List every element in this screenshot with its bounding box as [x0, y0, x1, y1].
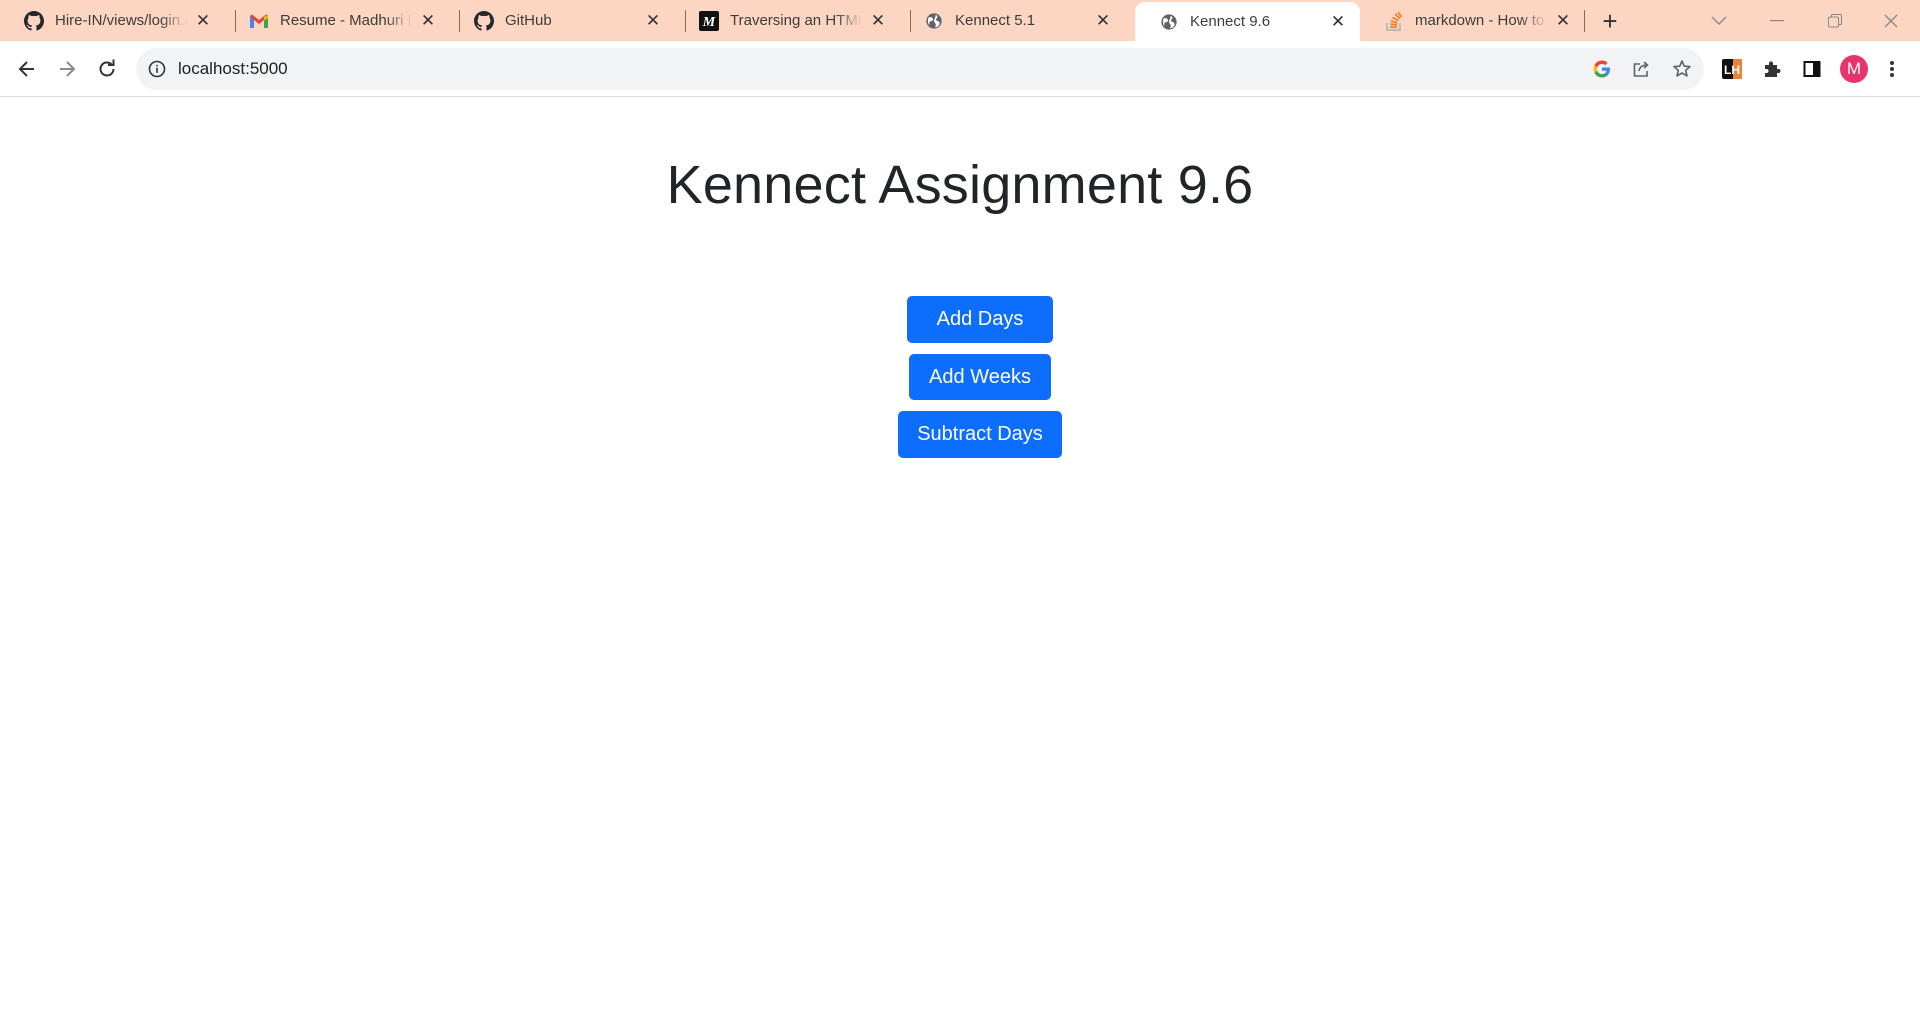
- window-close-icon[interactable]: [1862, 0, 1920, 41]
- github-icon: [24, 10, 44, 31]
- gmail-icon: [249, 11, 269, 31]
- extension-label: LH: [1724, 63, 1740, 77]
- tab-title: Traversing an HTML ta: [730, 12, 862, 29]
- lighthouse-extension-icon[interactable]: LH: [1720, 57, 1744, 81]
- tab-resume[interactable]: Resume - Madhuri Ra ✕: [225, 0, 450, 41]
- close-icon[interactable]: ✕: [1328, 12, 1348, 32]
- page-content: Kennect Assignment 9.6 Add Days Add Week…: [0, 98, 1920, 1016]
- share-icon[interactable]: [1631, 58, 1653, 80]
- tab-traversing[interactable]: M Traversing an HTML ta ✕: [675, 0, 900, 41]
- back-icon[interactable]: [10, 52, 44, 86]
- browser-toolbar: localhost:5000 LH M: [0, 41, 1920, 97]
- close-icon[interactable]: ✕: [418, 11, 438, 31]
- tab-markdown[interactable]: markdown - How to a ✕: [1360, 0, 1585, 41]
- url-text[interactable]: localhost:5000: [178, 59, 288, 79]
- subtract-days-button[interactable]: Subtract Days: [898, 411, 1062, 458]
- more-menu-icon[interactable]: [1880, 57, 1904, 81]
- close-icon[interactable]: ✕: [643, 11, 663, 31]
- tab-strip: Hire-IN/views/login.ejs ✕ Resume - Madhu…: [0, 0, 1920, 41]
- tab-title: markdown - How to a: [1415, 12, 1547, 29]
- site-info-icon[interactable]: [148, 60, 166, 78]
- page-title: Kennect Assignment 9.6: [666, 155, 1254, 215]
- tab-separator: [1584, 10, 1585, 32]
- tab-github[interactable]: GitHub ✕: [450, 0, 675, 41]
- close-icon[interactable]: ✕: [1553, 11, 1573, 31]
- address-bar[interactable]: localhost:5000: [136, 48, 1704, 90]
- new-tab-button[interactable]: +: [1597, 8, 1623, 34]
- profile-avatar[interactable]: M: [1838, 53, 1870, 85]
- bookmark-star-icon[interactable]: [1671, 58, 1693, 80]
- tab-title: Hire-IN/views/login.ejs: [55, 12, 187, 29]
- side-panel-icon[interactable]: [1800, 57, 1824, 81]
- add-days-button[interactable]: Add Days: [907, 296, 1053, 343]
- tab-title: Kennect 9.6: [1190, 13, 1271, 30]
- extensions-puzzle-icon[interactable]: [1760, 57, 1784, 81]
- tab-title: Resume - Madhuri Ra: [280, 12, 412, 29]
- minimize-icon[interactable]: [1748, 0, 1806, 41]
- svg-text:M: M: [702, 15, 716, 30]
- tab-title: Kennect 5.1: [955, 12, 1036, 29]
- close-icon[interactable]: ✕: [1093, 11, 1113, 31]
- medium-icon: M: [699, 10, 719, 31]
- close-icon[interactable]: ✕: [868, 11, 888, 31]
- tab-kennect-5-1[interactable]: Kennect 5.1 ✕: [900, 0, 1125, 41]
- stackoverflow-icon: [1384, 10, 1404, 31]
- add-weeks-button[interactable]: Add Weeks: [909, 354, 1051, 400]
- forward-icon[interactable]: [50, 52, 84, 86]
- tab-hire-in[interactable]: Hire-IN/views/login.ejs ✕: [0, 0, 225, 41]
- tab-search-icon[interactable]: [1690, 0, 1748, 41]
- globe-icon: [924, 11, 944, 31]
- reload-icon[interactable]: [90, 52, 124, 86]
- google-icon[interactable]: [1591, 58, 1613, 80]
- profile-initial: M: [1840, 55, 1868, 83]
- restore-icon[interactable]: [1806, 0, 1864, 41]
- tab-kennect-9-6[interactable]: Kennect 9.6 ✕: [1135, 2, 1360, 41]
- github-icon: [474, 10, 494, 31]
- tab-title: GitHub: [505, 12, 552, 29]
- globe-icon: [1159, 12, 1179, 32]
- close-icon[interactable]: ✕: [193, 11, 213, 31]
